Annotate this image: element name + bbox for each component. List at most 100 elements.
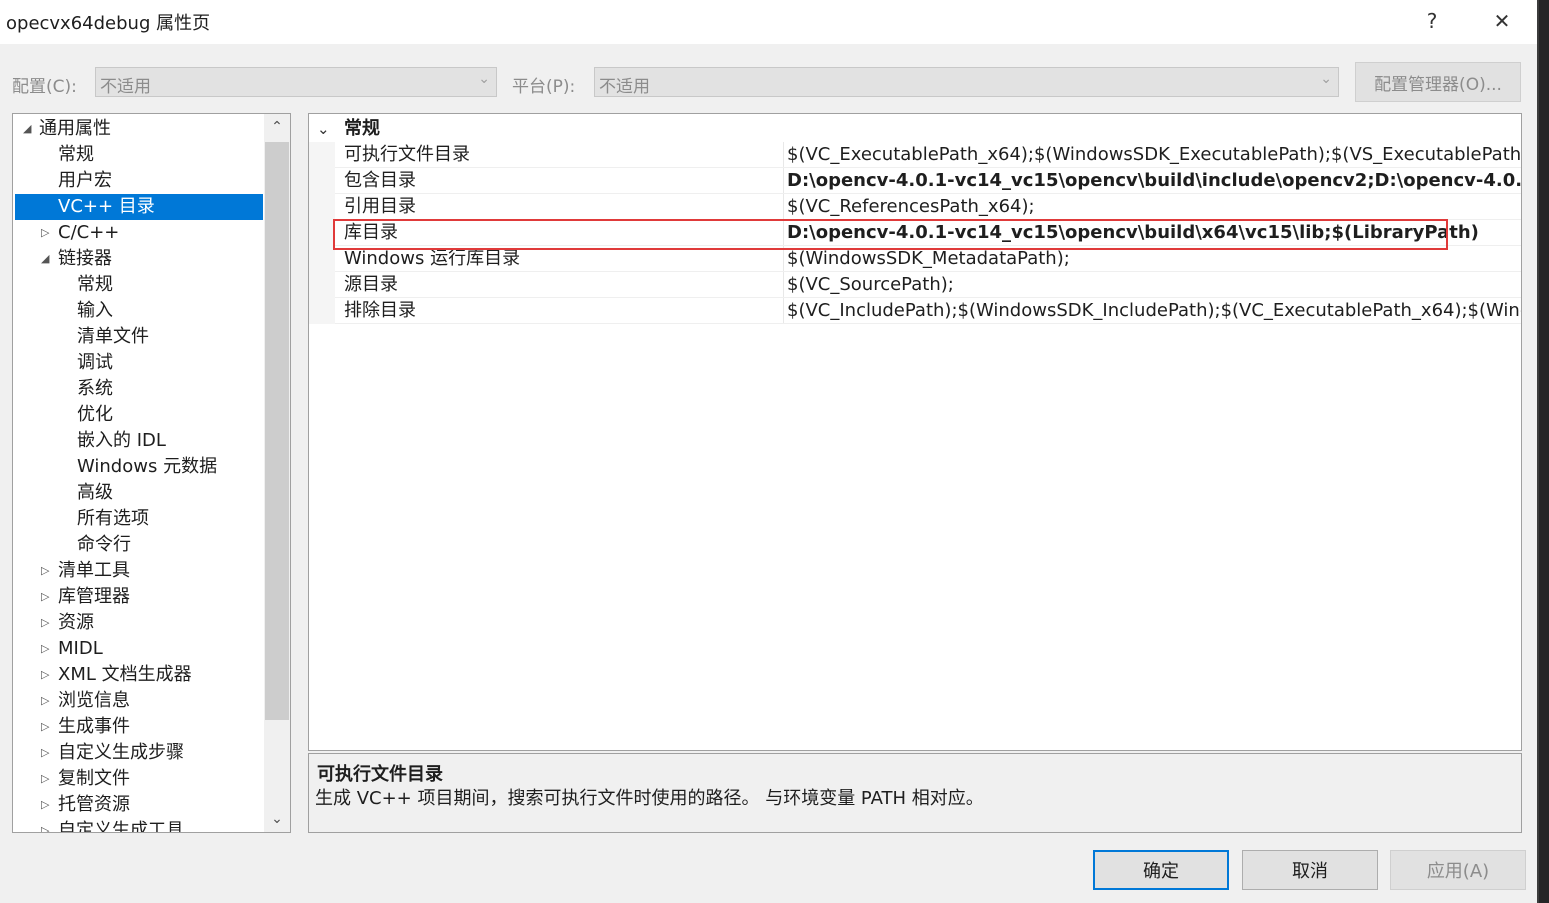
- tree-item-label: MIDL: [58, 638, 103, 659]
- tree-item[interactable]: 清单文件: [15, 324, 263, 350]
- tree-item[interactable]: ▷ 资源: [15, 610, 263, 636]
- tree-item[interactable]: 嵌入的 IDL: [15, 428, 263, 454]
- row-gutter: [309, 246, 335, 272]
- tree-item-label: 生成事件: [58, 716, 130, 737]
- scroll-up-icon[interactable]: ⌃: [264, 114, 290, 140]
- tree-item[interactable]: 输入: [15, 298, 263, 324]
- tree-item-label: 自定义生成步骤: [58, 742, 184, 763]
- property-row[interactable]: 源目录 $(VC_SourcePath);: [309, 272, 1521, 298]
- category-row[interactable]: ⌄ 常规: [309, 116, 1521, 142]
- tree-item[interactable]: ▷ C/C++: [15, 220, 263, 246]
- scroll-thumb[interactable]: [265, 142, 289, 720]
- window-title: opecvx64debug 属性页: [6, 13, 211, 34]
- property-row[interactable]: Windows 运行库目录 $(WindowsSDK_MetadataPath);: [309, 246, 1521, 272]
- tree-item[interactable]: 调试: [15, 350, 263, 376]
- tree-item-label: 资源: [58, 612, 94, 633]
- collapsed-arrow-icon[interactable]: ▷: [41, 792, 49, 818]
- property-row[interactable]: 库目录 D:\opencv-4.0.1-vc14_vc15\opencv\buil…: [309, 220, 1521, 246]
- tree-item[interactable]: 用户宏: [15, 168, 263, 194]
- help-button[interactable]: ?: [1412, 6, 1452, 36]
- collapsed-arrow-icon[interactable]: ▷: [41, 662, 49, 688]
- ok-button[interactable]: 确定: [1093, 850, 1229, 890]
- tree-item-label: 库管理器: [58, 586, 130, 607]
- collapsed-arrow-icon[interactable]: ▷: [41, 584, 49, 610]
- property-row[interactable]: 可执行文件目录 $(VC_ExecutablePath_x64);$(Window…: [309, 142, 1521, 168]
- column-divider: [783, 272, 784, 298]
- tree-item[interactable]: 系统: [15, 376, 263, 402]
- tree-item[interactable]: 常规: [15, 142, 263, 168]
- description-panel: 可执行文件目录 生成 VC++ 项目期间，搜索可执行文件时使用的路径。 与环境变…: [308, 753, 1522, 833]
- collapsed-arrow-icon[interactable]: ▷: [41, 714, 49, 740]
- close-icon: ✕: [1493, 9, 1511, 33]
- tree-item[interactable]: 常规: [15, 272, 263, 298]
- config-value: 不适用: [100, 77, 151, 97]
- property-value[interactable]: D:\opencv-4.0.1-vc14_vc15\opencv\build\x…: [787, 220, 1521, 246]
- column-divider: [783, 246, 784, 272]
- collapsed-arrow-icon[interactable]: ▷: [41, 766, 49, 792]
- property-value[interactable]: $(WindowsSDK_MetadataPath);: [787, 246, 1521, 272]
- column-divider: [783, 168, 784, 194]
- tree-item[interactable]: 所有选项: [15, 506, 263, 532]
- tree-item[interactable]: VC++ 目录: [15, 194, 263, 220]
- tree-item[interactable]: 高级: [15, 480, 263, 506]
- tree-item[interactable]: 命令行: [15, 532, 263, 558]
- property-value[interactable]: $(VC_ExecutablePath_x64);$(WindowsSDK_Ex…: [787, 142, 1521, 168]
- row-gutter: [309, 272, 335, 298]
- help-icon: ?: [1426, 9, 1438, 33]
- tree-item[interactable]: ▷ 库管理器: [15, 584, 263, 610]
- property-name: 引用目录: [344, 196, 416, 217]
- tree-item[interactable]: ▷ 清单工具: [15, 558, 263, 584]
- tree-scrollbar[interactable]: ⌃ ⌄: [264, 114, 290, 832]
- property-value[interactable]: $(VC_ReferencesPath_x64);: [787, 194, 1521, 220]
- platform-value: 不适用: [599, 77, 650, 97]
- tree-item-label: 常规: [77, 274, 113, 295]
- property-value[interactable]: D:\opencv-4.0.1-vc14_vc15\opencv\build\i…: [787, 168, 1521, 194]
- config-combo[interactable]: 不适用 ⌄: [95, 67, 497, 97]
- collapsed-arrow-icon[interactable]: ▷: [41, 740, 49, 766]
- tree-item[interactable]: ▷ 自定义生成步骤: [15, 740, 263, 766]
- config-manager-button[interactable]: 配置管理器(O)...: [1355, 62, 1521, 102]
- collapsed-arrow-icon[interactable]: ▷: [41, 610, 49, 636]
- chevron-down-icon[interactable]: ⌄: [317, 116, 330, 142]
- property-row[interactable]: 引用目录 $(VC_ReferencesPath_x64);: [309, 194, 1521, 220]
- property-grid: ⌄ 常规 可执行文件目录 $(VC_ExecutablePath_x64);$(W…: [308, 113, 1522, 751]
- tree-item-label: 嵌入的 IDL: [77, 430, 166, 451]
- description-text: 生成 VC++ 项目期间，搜索可执行文件时使用的路径。 与环境变量 PATH 相…: [315, 788, 984, 809]
- tree-item[interactable]: 优化: [15, 402, 263, 428]
- tree-item[interactable]: ▷ MIDL: [15, 636, 263, 662]
- title-bar: opecvx64debug 属性页 ? ✕: [0, 0, 1537, 44]
- config-label: 配置(C):: [12, 77, 77, 97]
- property-row[interactable]: 包含目录 D:\opencv-4.0.1-vc14_vc15\opencv\bui…: [309, 168, 1521, 194]
- tree-item[interactable]: ▷ 浏览信息: [15, 688, 263, 714]
- expanded-arrow-icon[interactable]: ◢: [23, 116, 31, 142]
- tree-item[interactable]: ▷ 生成事件: [15, 714, 263, 740]
- tree-item-label: 清单工具: [58, 560, 130, 581]
- collapsed-arrow-icon[interactable]: ▷: [41, 636, 49, 662]
- tree-item[interactable]: ◢ 链接器: [15, 246, 263, 272]
- collapsed-arrow-icon[interactable]: ▷: [41, 688, 49, 714]
- close-button[interactable]: ✕: [1482, 6, 1522, 36]
- tree-item[interactable]: ▷ 托管资源: [15, 792, 263, 818]
- scroll-down-icon[interactable]: ⌄: [264, 806, 290, 832]
- collapsed-arrow-icon[interactable]: ▷: [41, 818, 49, 832]
- row-gutter: [309, 298, 335, 324]
- tree-item[interactable]: ▷ 复制文件: [15, 766, 263, 792]
- expanded-arrow-icon[interactable]: ◢: [41, 246, 49, 272]
- tree-item[interactable]: Windows 元数据: [15, 454, 263, 480]
- property-name: 库目录: [344, 222, 398, 243]
- collapsed-arrow-icon[interactable]: ▷: [41, 558, 49, 584]
- property-row[interactable]: 排除目录 $(VC_IncludePath);$(WindowsSDK_Inclu…: [309, 298, 1521, 324]
- tree-item-label: 高级: [77, 482, 113, 503]
- cancel-button[interactable]: 取消: [1242, 850, 1378, 890]
- property-value[interactable]: $(VC_SourcePath);: [787, 272, 1521, 298]
- tree-item[interactable]: ◢ 通用属性: [15, 116, 263, 142]
- collapsed-arrow-icon[interactable]: ▷: [41, 220, 49, 246]
- tree-item[interactable]: ▷ XML 文档生成器: [15, 662, 263, 688]
- tree-item[interactable]: ▷ 自定义生成工具: [15, 818, 263, 832]
- property-name: 包含目录: [344, 170, 416, 191]
- tree-item-label: 常规: [58, 144, 94, 165]
- property-value[interactable]: $(VC_IncludePath);$(WindowsSDK_IncludePa…: [787, 298, 1521, 324]
- apply-button[interactable]: 应用(A): [1390, 850, 1526, 890]
- property-tree[interactable]: ◢ 通用属性 常规 用户宏 VC++ 目录 ▷ C/C++ ◢ 链接器 常规 输入 清单文件 调试 系统优…: [12, 113, 291, 833]
- platform-combo[interactable]: 不适用 ⌄: [594, 67, 1339, 97]
